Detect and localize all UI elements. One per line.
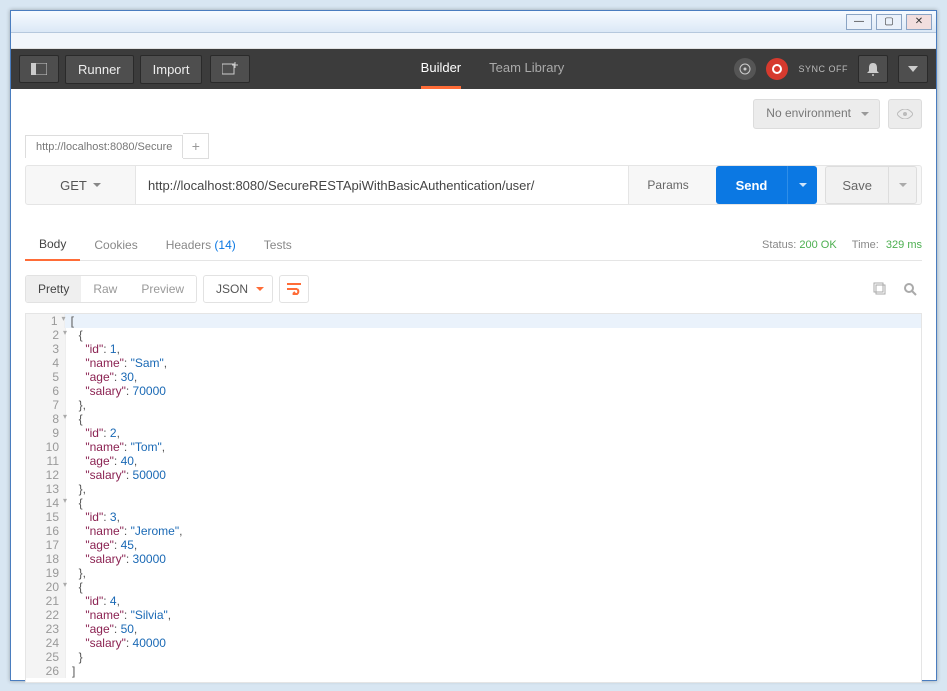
response-time: 329 ms <box>886 239 922 251</box>
code-line: 7 }, <box>26 398 921 412</box>
window-titlebar: — ▢ ✕ <box>11 11 936 33</box>
code-line: 13 }, <box>26 482 921 496</box>
view-pretty-button[interactable]: Pretty <box>26 276 81 302</box>
url-input[interactable] <box>136 166 628 204</box>
app-window: — ▢ ✕ Runner Import Builder Team Library… <box>10 10 937 681</box>
code-line: 19 }, <box>26 566 921 580</box>
code-line: 6 "salary": 70000 <box>26 384 921 398</box>
copy-response-button[interactable] <box>868 277 892 301</box>
window-close-button[interactable]: ✕ <box>906 14 932 30</box>
code-line: 21 "id": 4, <box>26 594 921 608</box>
code-line: 17 "age": 45, <box>26 538 921 552</box>
code-line: 11 "age": 40, <box>26 454 921 468</box>
headers-label: Headers <box>166 238 211 252</box>
new-tab-button[interactable] <box>210 55 250 83</box>
search-response-button[interactable] <box>898 277 922 301</box>
view-preview-button[interactable]: Preview <box>129 276 196 302</box>
view-raw-button[interactable]: Raw <box>81 276 129 302</box>
tab-team-library[interactable]: Team Library <box>489 49 564 89</box>
response-tab-cookies[interactable]: Cookies <box>80 230 151 260</box>
code-line: 3 "id": 1, <box>26 342 921 356</box>
interceptor-icon[interactable] <box>734 58 756 80</box>
code-line: 23 "age": 50, <box>26 622 921 636</box>
response-tabs: Body Cookies Headers (14) Tests Status: … <box>25 229 922 261</box>
headers-count: (14) <box>214 238 235 252</box>
send-button[interactable]: Send <box>716 166 788 204</box>
response-body-editor[interactable]: 1[2 {3 "id": 1,4 "name": "Sam",5 "age": … <box>25 313 922 683</box>
body-view-mode: Pretty Raw Preview <box>25 275 197 303</box>
code-line: 24 "salary": 40000 <box>26 636 921 650</box>
code-line: 10 "name": "Tom", <box>26 440 921 454</box>
response-tab-tests[interactable]: Tests <box>250 230 306 260</box>
status-code: 200 OK <box>799 239 836 251</box>
save-button[interactable]: Save <box>825 166 889 204</box>
code-line: 20 { <box>26 580 921 594</box>
response-tab-body[interactable]: Body <box>25 229 80 261</box>
sync-status-icon[interactable] <box>766 58 788 80</box>
send-dropdown-button[interactable] <box>787 166 817 204</box>
code-line: 8 { <box>26 412 921 426</box>
http-method-select[interactable]: GET <box>26 166 136 204</box>
http-method-label: GET <box>60 178 87 193</box>
line-wrap-button[interactable] <box>279 275 309 303</box>
window-maximize-button[interactable]: ▢ <box>876 14 902 30</box>
code-line: 14 { <box>26 496 921 510</box>
request-row: GET Params Send Save <box>25 165 922 205</box>
code-line: 9 "id": 2, <box>26 426 921 440</box>
code-line: 15 "id": 3, <box>26 510 921 524</box>
code-line: 12 "salary": 50000 <box>26 468 921 482</box>
settings-dropdown-button[interactable] <box>898 55 928 83</box>
save-dropdown-button[interactable] <box>889 166 917 204</box>
notifications-button[interactable] <box>858 55 888 83</box>
code-line: 26] <box>26 664 921 678</box>
add-request-tab-button[interactable]: + <box>183 133 209 159</box>
code-line: 22 "name": "Silvia", <box>26 608 921 622</box>
code-line: 16 "name": "Jerome", <box>26 524 921 538</box>
window-minimize-button[interactable]: — <box>846 14 872 30</box>
code-line: 18 "salary": 30000 <box>26 552 921 566</box>
app-topbar: Runner Import Builder Team Library SYNC … <box>11 49 936 89</box>
environment-preview-button[interactable] <box>888 99 922 129</box>
code-line: 1[ <box>26 314 921 328</box>
response-status: Status: 200 OK Time: 329 ms <box>762 239 922 251</box>
tab-builder[interactable]: Builder <box>421 49 461 89</box>
chevron-down-icon <box>93 183 101 191</box>
code-line: 4 "name": "Sam", <box>26 356 921 370</box>
response-tab-headers[interactable]: Headers (14) <box>152 230 250 260</box>
window-menubar <box>11 33 936 49</box>
body-format-select[interactable]: JSON <box>203 275 273 303</box>
sync-status-label: SYNC OFF <box>798 64 848 74</box>
code-line: 5 "age": 30, <box>26 370 921 384</box>
code-line: 2 { <box>26 328 921 342</box>
toggle-sidebar-button[interactable] <box>19 55 59 83</box>
code-line: 25 } <box>26 650 921 664</box>
environment-select[interactable]: No environment <box>753 99 880 129</box>
runner-button[interactable]: Runner <box>65 55 134 84</box>
params-button[interactable]: Params <box>628 166 708 204</box>
import-button[interactable]: Import <box>140 55 203 84</box>
request-tab[interactable]: http://localhost:8080/Secure <box>25 135 183 158</box>
